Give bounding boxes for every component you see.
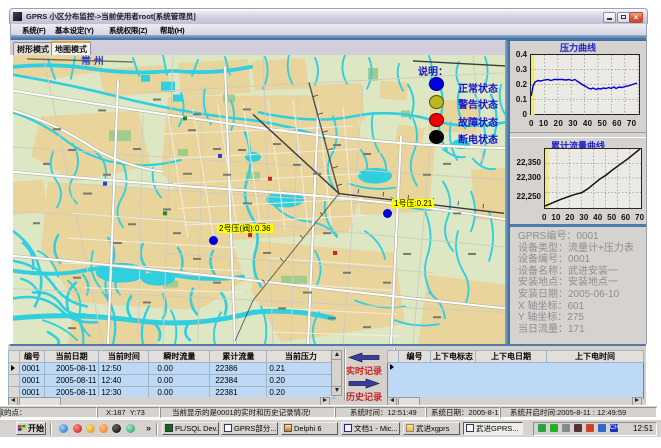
svg-text:常 州: 常 州 [81, 55, 104, 67]
